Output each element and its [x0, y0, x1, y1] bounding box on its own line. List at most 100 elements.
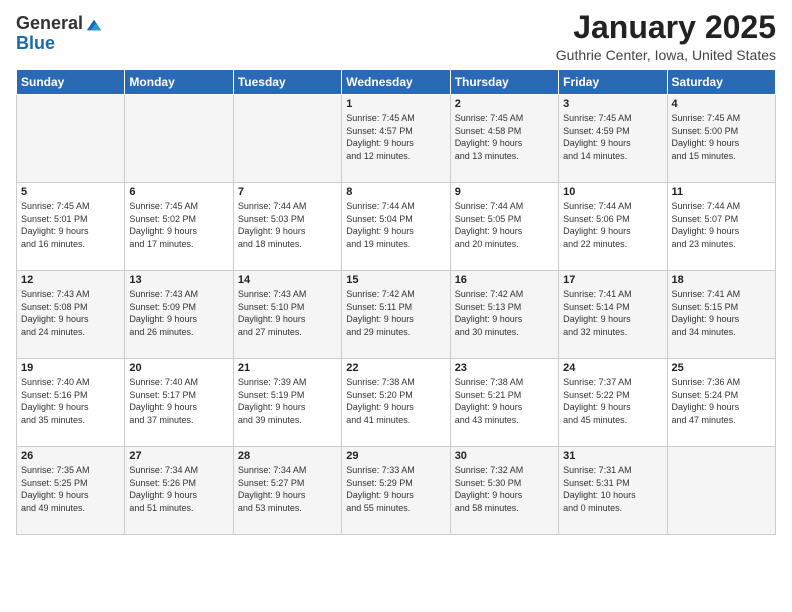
table-row: 19 Sunrise: 7:40 AM Sunset: 5:16 PM Dayli… [17, 359, 125, 447]
day-number: 31 [563, 450, 662, 462]
day-info: Sunrise: 7:43 AM Sunset: 5:09 PM Dayligh… [129, 288, 228, 338]
table-row: 21 Sunrise: 7:39 AM Sunset: 5:19 PM Dayli… [233, 359, 341, 447]
day-number: 26 [21, 450, 120, 462]
day-info: Sunrise: 7:43 AM Sunset: 5:10 PM Dayligh… [238, 288, 337, 338]
day-number: 17 [563, 274, 662, 286]
day-number: 28 [238, 450, 337, 462]
table-row: 4 Sunrise: 7:45 AM Sunset: 5:00 PM Daylig… [667, 95, 775, 183]
table-row: 25Sunrise: 7:36 AM Sunset: 5:24 PM Dayli… [667, 359, 775, 447]
table-row: 15 Sunrise: 7:42 AM Sunset: 5:11 PM Dayli… [342, 271, 450, 359]
day-number: 9 [455, 186, 554, 198]
table-row: 14Sunrise: 7:43 AM Sunset: 5:10 PM Dayli… [233, 271, 341, 359]
table-row: 22 Sunrise: 7:38 AM Sunset: 5:20 PM Dayli… [342, 359, 450, 447]
day-number: 30 [455, 450, 554, 462]
table-row: 10 Sunrise: 7:44 AM Sunset: 5:06 PM Dayli… [559, 183, 667, 271]
table-row: 8 Sunrise: 7:44 AM Sunset: 5:04 PM Daylig… [342, 183, 450, 271]
col-monday: Monday [125, 70, 233, 95]
calendar: Sunday Monday Tuesday Wednesday Thursday… [16, 69, 776, 535]
day-info: Sunrise: 7:45 AM Sunset: 5:00 PM Dayligh… [672, 112, 771, 162]
col-friday: Friday [559, 70, 667, 95]
table-row: 3 Sunrise: 7:45 AM Sunset: 4:59 PM Daylig… [559, 95, 667, 183]
day-number: 15 [346, 274, 445, 286]
day-info: Sunrise: 7:41 AM Sunset: 5:14 PM Dayligh… [563, 288, 662, 338]
table-row: 17 Sunrise: 7:41 AM Sunset: 5:14 PM Dayli… [559, 271, 667, 359]
col-thursday: Thursday [450, 70, 558, 95]
day-number: 4 [672, 98, 771, 110]
table-row: 23 Sunrise: 7:38 AM Sunset: 5:21 PM Dayli… [450, 359, 558, 447]
day-info: Sunrise: 7:31 AM Sunset: 5:31 PM Dayligh… [563, 464, 662, 514]
logo-blue: Blue [16, 34, 103, 54]
month-title: January 2025 [556, 10, 776, 45]
day-info: Sunrise: 7:37 AM Sunset: 5:22 PM Dayligh… [563, 376, 662, 426]
table-row: 29 Sunrise: 7:33 AM Sunset: 5:29 PM Dayli… [342, 447, 450, 535]
day-info: Sunrise: 7:38 AM Sunset: 5:20 PM Dayligh… [346, 376, 445, 426]
table-row [233, 95, 341, 183]
col-saturday: Saturday [667, 70, 775, 95]
table-row: 24 Sunrise: 7:37 AM Sunset: 5:22 PM Dayli… [559, 359, 667, 447]
day-number: 20 [129, 362, 228, 374]
day-info: Sunrise: 7:35 AM Sunset: 5:25 PM Dayligh… [21, 464, 120, 514]
day-info: Sunrise: 7:42 AM Sunset: 5:13 PM Dayligh… [455, 288, 554, 338]
table-row: 30 Sunrise: 7:32 AM Sunset: 5:30 PM Dayli… [450, 447, 558, 535]
day-info: Sunrise: 7:40 AM Sunset: 5:16 PM Dayligh… [21, 376, 120, 426]
day-info: Sunrise: 7:34 AM Sunset: 5:27 PM Dayligh… [238, 464, 337, 514]
logo-icon [85, 16, 103, 34]
table-row [125, 95, 233, 183]
day-info: Sunrise: 7:45 AM Sunset: 5:02 PM Dayligh… [129, 200, 228, 250]
title-block: January 2025 Guthrie Center, Iowa, Unite… [556, 10, 776, 63]
day-number: 5 [21, 186, 120, 198]
table-row: 6 Sunrise: 7:45 AM Sunset: 5:02 PM Daylig… [125, 183, 233, 271]
day-number: 19 [21, 362, 120, 374]
day-number: 24 [563, 362, 662, 374]
day-number: 29 [346, 450, 445, 462]
day-info: Sunrise: 7:33 AM Sunset: 5:29 PM Dayligh… [346, 464, 445, 514]
day-number: 22 [346, 362, 445, 374]
day-info: Sunrise: 7:39 AM Sunset: 5:19 PM Dayligh… [238, 376, 337, 426]
table-row [17, 95, 125, 183]
table-row: 5 Sunrise: 7:45 AM Sunset: 5:01 PM Daylig… [17, 183, 125, 271]
day-info: Sunrise: 7:41 AM Sunset: 5:15 PM Dayligh… [672, 288, 771, 338]
logo-general: General [16, 14, 83, 34]
table-row [667, 447, 775, 535]
day-info: Sunrise: 7:45 AM Sunset: 4:58 PM Dayligh… [455, 112, 554, 162]
day-number: 27 [129, 450, 228, 462]
table-row: 1Sunrise: 7:45 AM Sunset: 4:57 PM Daylig… [342, 95, 450, 183]
col-sunday: Sunday [17, 70, 125, 95]
day-number: 6 [129, 186, 228, 198]
day-number: 11 [672, 186, 771, 198]
day-info: Sunrise: 7:32 AM Sunset: 5:30 PM Dayligh… [455, 464, 554, 514]
table-row: 28 Sunrise: 7:34 AM Sunset: 5:27 PM Dayli… [233, 447, 341, 535]
day-number: 10 [563, 186, 662, 198]
day-number: 18 [672, 274, 771, 286]
table-row: 7Sunrise: 7:44 AM Sunset: 5:03 PM Daylig… [233, 183, 341, 271]
col-wednesday: Wednesday [342, 70, 450, 95]
day-info: Sunrise: 7:44 AM Sunset: 5:06 PM Dayligh… [563, 200, 662, 250]
day-info: Sunrise: 7:38 AM Sunset: 5:21 PM Dayligh… [455, 376, 554, 426]
header: General Blue January 2025 Guthrie Center… [16, 10, 776, 63]
page: General Blue January 2025 Guthrie Center… [0, 0, 792, 612]
day-number: 23 [455, 362, 554, 374]
day-number: 21 [238, 362, 337, 374]
table-row: 11Sunrise: 7:44 AM Sunset: 5:07 PM Dayli… [667, 183, 775, 271]
logo: General Blue [16, 14, 103, 54]
table-row: 27 Sunrise: 7:34 AM Sunset: 5:26 PM Dayli… [125, 447, 233, 535]
day-info: Sunrise: 7:45 AM Sunset: 5:01 PM Dayligh… [21, 200, 120, 250]
day-number: 8 [346, 186, 445, 198]
day-number: 16 [455, 274, 554, 286]
day-info: Sunrise: 7:43 AM Sunset: 5:08 PM Dayligh… [21, 288, 120, 338]
day-number: 2 [455, 98, 554, 110]
table-row: 20 Sunrise: 7:40 AM Sunset: 5:17 PM Dayli… [125, 359, 233, 447]
day-info: Sunrise: 7:44 AM Sunset: 5:05 PM Dayligh… [455, 200, 554, 250]
table-row: 18 Sunrise: 7:41 AM Sunset: 5:15 PM Dayli… [667, 271, 775, 359]
day-info: Sunrise: 7:44 AM Sunset: 5:03 PM Dayligh… [238, 200, 337, 250]
table-row: 2 Sunrise: 7:45 AM Sunset: 4:58 PM Daylig… [450, 95, 558, 183]
day-number: 3 [563, 98, 662, 110]
day-info: Sunrise: 7:45 AM Sunset: 4:59 PM Dayligh… [563, 112, 662, 162]
day-info: Sunrise: 7:40 AM Sunset: 5:17 PM Dayligh… [129, 376, 228, 426]
location: Guthrie Center, Iowa, United States [556, 47, 776, 63]
day-info: Sunrise: 7:34 AM Sunset: 5:26 PM Dayligh… [129, 464, 228, 514]
day-info: Sunrise: 7:44 AM Sunset: 5:04 PM Dayligh… [346, 200, 445, 250]
day-number: 12 [21, 274, 120, 286]
day-info: Sunrise: 7:42 AM Sunset: 5:11 PM Dayligh… [346, 288, 445, 338]
day-number: 25 [672, 362, 771, 374]
